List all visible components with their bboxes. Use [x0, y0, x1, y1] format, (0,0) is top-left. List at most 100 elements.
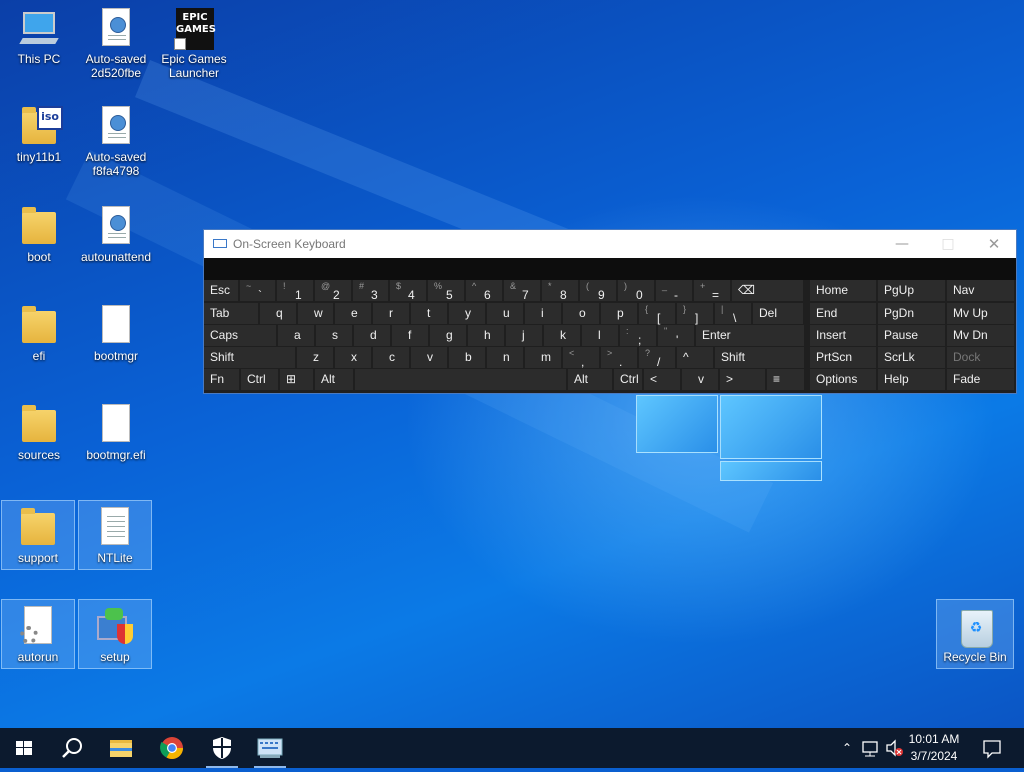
- key-enter[interactable]: Enter: [696, 325, 804, 346]
- key-q[interactable]: q: [260, 303, 296, 324]
- desktop-icon-epic-games[interactable]: EPIC GAMES Epic Games Launcher: [157, 2, 231, 90]
- key-shift[interactable]: Shift: [204, 347, 295, 368]
- key-mv-dn[interactable]: Mv Dn: [947, 325, 1014, 346]
- key-k[interactable]: k: [544, 325, 580, 346]
- key--[interactable]: " ': [658, 325, 694, 347]
- minimize-button[interactable]: —: [879, 230, 925, 258]
- key-y[interactable]: y: [449, 303, 485, 324]
- key-m[interactable]: m: [525, 347, 561, 368]
- key-ctrl[interactable]: Ctrl: [241, 369, 278, 390]
- key-x[interactable]: x: [335, 347, 371, 368]
- search-button[interactable]: [48, 728, 96, 768]
- key-insert[interactable]: Insert: [810, 325, 876, 346]
- key-s[interactable]: s: [316, 325, 352, 346]
- key-n[interactable]: n: [487, 347, 523, 368]
- key-alt[interactable]: Alt: [315, 369, 353, 390]
- key--[interactable]: <,: [563, 347, 599, 369]
- on-screen-keyboard-window[interactable]: On-Screen Keyboard — □ ✕ Esc ~ `! 1 @2 #3 $4% 5…: [204, 230, 1016, 393]
- key-fn[interactable]: Fn: [204, 369, 239, 390]
- key-w[interactable]: w: [298, 303, 333, 324]
- desktop-icon-bootmgr[interactable]: bootmgr: [79, 299, 153, 369]
- desktop-icon-bootmgr-efi[interactable]: bootmgr.efi: [79, 398, 153, 468]
- desktop-icon-efi[interactable]: efi: [2, 299, 76, 369]
- key-e[interactable]: e: [335, 303, 371, 324]
- close-button[interactable]: ✕: [971, 230, 1017, 258]
- chevron-up-icon[interactable]: ⌃: [838, 728, 856, 768]
- key-end[interactable]: End: [810, 303, 876, 324]
- key-o[interactable]: o: [563, 303, 599, 324]
- desktop-icon-autorun[interactable]: autorun: [1, 599, 75, 669]
- key-r[interactable]: r: [373, 303, 409, 324]
- key--[interactable]: ^: [677, 347, 713, 368]
- key-space[interactable]: [355, 369, 566, 390]
- key--[interactable]: >.: [601, 347, 637, 369]
- key-l[interactable]: l: [582, 325, 618, 346]
- desktop-icon-this-pc[interactable]: This PC: [2, 2, 76, 72]
- desktop-icon-autounattend[interactable]: autounattend: [79, 200, 153, 270]
- key-b[interactable]: b: [449, 347, 485, 368]
- key-ctrl[interactable]: Ctrl: [614, 369, 642, 390]
- key-pause[interactable]: Pause: [878, 325, 945, 346]
- key-h[interactable]: h: [468, 325, 504, 346]
- taskbar-file-explorer[interactable]: [98, 728, 146, 768]
- key-del[interactable]: Del: [753, 303, 803, 324]
- key-scrlk[interactable]: ScrLk: [878, 347, 945, 368]
- key-p[interactable]: p: [601, 303, 637, 324]
- key-i[interactable]: i: [525, 303, 561, 324]
- system-clock[interactable]: 10:01 AM 3/7/2024: [902, 731, 966, 765]
- key-v[interactable]: v: [682, 369, 718, 390]
- key--7[interactable]: & 7: [504, 280, 540, 302]
- key-v[interactable]: v: [411, 347, 447, 368]
- network-icon[interactable]: [860, 728, 882, 768]
- key-shift[interactable]: Shift: [715, 347, 804, 368]
- maximize-button[interactable]: □: [925, 230, 971, 258]
- taskbar-security[interactable]: [198, 728, 246, 768]
- key--[interactable]: >: [720, 369, 765, 390]
- key--[interactable]: ? /: [639, 347, 675, 369]
- key-prtscn[interactable]: PrtScn: [810, 347, 876, 368]
- key-fade[interactable]: Fade: [947, 369, 1014, 390]
- desktop-icon-setup[interactable]: setup: [78, 599, 152, 669]
- key-dock[interactable]: Dock: [947, 347, 1014, 368]
- key-pgup[interactable]: PgUp: [878, 280, 945, 301]
- key-options[interactable]: Options: [810, 369, 876, 390]
- action-center-button[interactable]: [978, 728, 1006, 768]
- key--[interactable]: }]: [677, 303, 713, 325]
- key-tab[interactable]: Tab: [204, 303, 258, 324]
- key-alt[interactable]: Alt: [568, 369, 612, 390]
- key--9[interactable]: (9: [580, 280, 616, 302]
- key-home[interactable]: Home: [810, 280, 876, 301]
- desktop-icon-sources[interactable]: sources: [2, 398, 76, 468]
- taskbar-on-screen-keyboard[interactable]: [246, 728, 294, 768]
- key-c[interactable]: c: [373, 347, 409, 368]
- key--[interactable]: {[: [639, 303, 675, 325]
- osk-title-bar[interactable]: On-Screen Keyboard — □ ✕: [204, 230, 1016, 258]
- desktop-icon-tiny11b1[interactable]: iso tiny11b1: [2, 100, 76, 170]
- key--[interactable]: ≡: [767, 369, 804, 390]
- key--1[interactable]: ! 1: [277, 280, 313, 302]
- taskbar-google-chrome[interactable]: [148, 728, 196, 768]
- key-caps[interactable]: Caps: [204, 325, 276, 346]
- desktop-icon-recycle-bin[interactable]: ♻ Recycle Bin: [936, 599, 1014, 669]
- key-mv-up[interactable]: Mv Up: [947, 303, 1014, 324]
- key--[interactable]: :;: [620, 325, 656, 347]
- key--[interactable]: <: [644, 369, 680, 390]
- key--5[interactable]: % 5: [428, 280, 464, 302]
- key-f[interactable]: f: [392, 325, 428, 346]
- key--4[interactable]: $4: [390, 280, 426, 302]
- key--2[interactable]: @2: [315, 280, 351, 302]
- desktop-icon-autosaved-1[interactable]: Auto-saved 2d520fbe: [79, 2, 153, 90]
- key-g[interactable]: g: [430, 325, 466, 346]
- key-pgdn[interactable]: PgDn: [878, 303, 945, 324]
- key--[interactable]: + =: [694, 280, 730, 302]
- key--8[interactable]: * 8: [542, 280, 578, 302]
- key--0[interactable]: ) 0: [618, 280, 654, 302]
- key-help[interactable]: Help: [878, 369, 945, 390]
- key-t[interactable]: t: [411, 303, 447, 324]
- key--[interactable]: | \: [715, 303, 751, 325]
- key--[interactable]: ⌫: [732, 280, 803, 301]
- desktop-icon-ntlite[interactable]: NTLite: [78, 500, 152, 570]
- key--3[interactable]: #3: [353, 280, 388, 302]
- key-nav[interactable]: Nav: [947, 280, 1014, 301]
- key--[interactable]: ~ `: [240, 280, 275, 302]
